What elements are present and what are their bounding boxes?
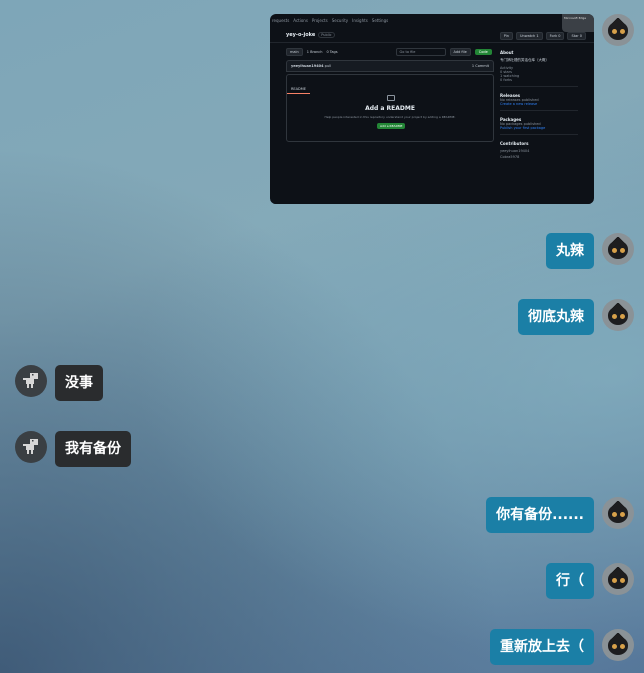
- message-bubble: 行（: [546, 563, 634, 599]
- nav-item: Settings: [371, 18, 389, 23]
- readme-hint: Help people interested in this repositor…: [324, 115, 456, 119]
- message-text[interactable]: 丸辣: [546, 233, 594, 269]
- self-avatar[interactable]: [602, 14, 634, 46]
- watch-button: Unwatch 1: [515, 32, 543, 40]
- message-text[interactable]: 行（: [546, 563, 594, 599]
- about-title: About: [500, 50, 514, 55]
- commit-count: 1 Commit: [471, 64, 489, 68]
- divider: [270, 42, 594, 43]
- friend-avatar[interactable]: [15, 365, 47, 397]
- self-avatar[interactable]: [602, 563, 634, 595]
- message-text[interactable]: 重新放上去（: [490, 629, 594, 665]
- nav-item: requests: [272, 18, 290, 23]
- packages-link: Publish your first package: [500, 126, 546, 130]
- contributor: Cobra5978: [500, 155, 520, 159]
- repo-nav: requests Actions Projects Security Insig…: [270, 18, 564, 28]
- self-avatar[interactable]: [602, 233, 634, 265]
- about-desc: 专门搞吐槽的笑话仓库（大概）: [500, 58, 549, 62]
- add-file-button: Add file: [449, 48, 471, 56]
- repo-actions: Pin Unwatch 1 Fork 0 Star 0: [499, 32, 586, 40]
- branches-link: 1 Branch: [306, 50, 323, 54]
- screenshot-image[interactable]: requests Actions Projects Security Insig…: [270, 14, 594, 204]
- message-bubble: 你有备份......: [486, 497, 634, 533]
- fork-button: Fork 0: [545, 32, 565, 40]
- message-bubble: 重新放上去（: [490, 629, 634, 665]
- book-icon: [387, 95, 395, 101]
- commit-author: yeeyihuan19404: [291, 64, 324, 68]
- friend-avatar[interactable]: [15, 431, 47, 463]
- readme-panel: README Add a README Help people interest…: [286, 74, 494, 142]
- releases-link: Create a new release: [500, 102, 538, 106]
- commit-row: yeeyihuan19404 pull 1 Commit: [286, 60, 494, 72]
- file-toolbar: main 1 Branch 0 Tags Go to file Add file…: [286, 48, 492, 56]
- message-text[interactable]: 没事: [55, 365, 103, 401]
- message-bubble: 我有备份: [15, 431, 131, 467]
- window-corner: Microsoft Edge: [562, 14, 594, 32]
- corner-label: Microsoft Edge: [564, 16, 587, 20]
- code-button: Code: [474, 49, 492, 55]
- commit-message: pull: [324, 64, 332, 68]
- message-text[interactable]: 你有备份......: [486, 497, 594, 533]
- nav-item: Insights: [352, 18, 368, 23]
- self-avatar[interactable]: [602, 629, 634, 661]
- visibility-badge: Public: [318, 32, 335, 38]
- nav-item: Actions: [293, 18, 308, 23]
- message-text[interactable]: 彻底丸辣: [518, 299, 594, 335]
- tags-link: 0 Tags: [326, 50, 338, 54]
- nav-item: Projects: [311, 18, 328, 23]
- nav-item: Security: [331, 18, 349, 23]
- message-image: requests Actions Projects Security Insig…: [270, 14, 634, 204]
- repo-title: yey-o-joke Public: [286, 32, 335, 38]
- branch-select: main: [286, 48, 303, 56]
- contributors-title: Contributors: [500, 141, 529, 146]
- star-button: Star 0: [567, 32, 586, 40]
- pin-button: Pin: [499, 32, 513, 40]
- readme-tab: README: [287, 85, 310, 94]
- message-bubble: 没事: [15, 365, 103, 401]
- repo-sidebar: About 专门搞吐槽的笑话仓库（大概） Activity 0 stars 1 …: [500, 50, 578, 159]
- message-bubble: 彻底丸辣: [518, 299, 634, 335]
- contributor: yeeyihuan19404: [500, 149, 530, 153]
- stat-forks: 0 forks: [500, 78, 513, 82]
- self-avatar[interactable]: [602, 497, 634, 529]
- message-bubble: 丸辣: [546, 233, 634, 269]
- add-readme-button: Add a README: [377, 123, 406, 129]
- self-avatar[interactable]: [602, 299, 634, 331]
- message-text[interactable]: 我有备份: [55, 431, 131, 467]
- dino-icon: [23, 439, 38, 454]
- go-to-file-input: Go to file: [395, 48, 446, 56]
- dino-icon: [23, 373, 38, 388]
- repo-name: yey-o-joke: [286, 32, 316, 38]
- readme-title: Add a README: [365, 105, 415, 112]
